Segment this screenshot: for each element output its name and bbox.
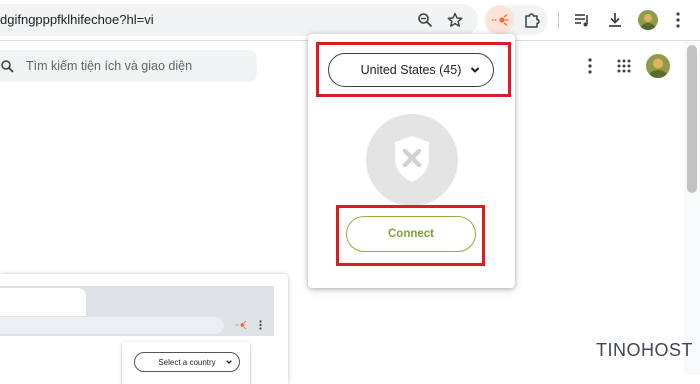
preview-omnibox (0, 317, 224, 334)
vpn-extension-popup: United States (45) Connect (308, 34, 515, 288)
preview-chevron-icon (225, 358, 233, 368)
page-scrollbar[interactable] (684, 41, 700, 375)
connect-button-highlight (336, 205, 485, 266)
scrollbar-thumb[interactable] (687, 45, 697, 193)
omnibox[interactable]: dgifngpppfklhifechoe?hl=vi (0, 4, 478, 36)
status-circle (366, 114, 458, 206)
zoom-icon[interactable] (416, 11, 434, 29)
preview-select-label: Select a country (158, 357, 216, 367)
star-icon[interactable] (446, 11, 464, 29)
more-vert-icon-page[interactable] (582, 56, 598, 76)
search-box[interactable]: Tìm kiếm tiện ích và giao diện (0, 50, 257, 82)
preview-popup: Select a country (122, 342, 250, 384)
apps-grid-icon[interactable] (614, 56, 634, 76)
preview-tab (0, 288, 86, 316)
shield-disconnected-icon (392, 134, 432, 184)
url-text[interactable]: dgifngpppfklhifechoe?hl=vi (0, 12, 154, 27)
country-select-highlight (316, 42, 511, 97)
more-vert-icon[interactable] (668, 10, 688, 30)
preview-country-select: Select a country (134, 352, 240, 372)
search-icon (0, 59, 14, 73)
watermark-logo: TINOHOST (596, 340, 693, 360)
preview-extension-icon (233, 318, 249, 332)
page-avatar[interactable] (646, 54, 670, 78)
search-input[interactable]: Tìm kiếm tiện ích và giao diện (26, 59, 192, 73)
reading-list-icon[interactable] (572, 10, 592, 30)
profile-avatar[interactable] (638, 10, 658, 30)
preview-more-icon (256, 318, 264, 332)
puzzle-icon[interactable] (522, 10, 542, 30)
toolbar-separator (558, 12, 559, 28)
preview-screenshot: Select a country (0, 274, 288, 384)
extension-active-icon[interactable] (486, 6, 514, 34)
download-icon[interactable] (605, 10, 625, 30)
